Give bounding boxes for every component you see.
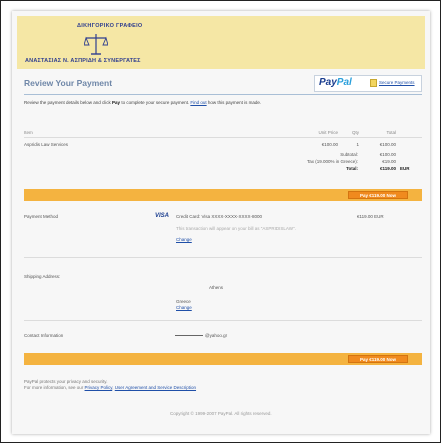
footer-more-info: For more information, see our Privacy Po…	[24, 385, 196, 390]
merchant-banner: ΔΙΚΗΓΟΡΙΚΟ ΓΡΑΦΕΙΟ ΑΝΑΣΤΑΣΙΑΣ Ν. ΑΣΠΡΙΔΗ…	[17, 16, 425, 69]
item-name: Aspridis Law Services	[24, 142, 69, 147]
col-header-total: Total	[386, 130, 396, 135]
change-payment-link[interactable]: Change	[176, 237, 192, 242]
firm-name-line1: ΔΙΚΗΓΟΡΙΚΟ ΓΡΑΦΕΙΟ	[77, 23, 143, 29]
paypal-logo-pay: Pay	[319, 77, 337, 88]
paypal-logo: PayPal	[319, 77, 352, 88]
total-currency: EUR	[400, 166, 410, 171]
firm-name-line2: ΑΝΑΣΤΑΣΙΑΣ Ν. ΑΣΠΡΙΔΗ & ΣΥΝΕΡΓΑΤΕΣ	[25, 58, 141, 64]
payment-method-label: Payment Method	[24, 214, 59, 219]
subtotal-label: Subtotal:	[340, 152, 358, 157]
payment-amount: €119.00 EUR	[357, 214, 384, 219]
pay-bar-top: Pay €119.00 Now	[24, 189, 422, 201]
footer-privacy-note: PayPal protects your privacy and securit…	[24, 379, 108, 384]
total-label: Total:	[346, 166, 358, 171]
lock-icon	[370, 79, 377, 87]
shipping-city: Athens	[209, 285, 224, 290]
footer-more-info-text: For more information, see our	[24, 385, 85, 390]
item-total: €100.00	[379, 142, 396, 147]
pay-now-button-bottom[interactable]: Pay €119.00 Now	[348, 355, 408, 363]
section-divider-2	[24, 320, 422, 321]
item-unit-price: €100.00	[321, 142, 338, 147]
payment-page: ΔΙΚΗΓΟΡΙΚΟ ΓΡΑΦΕΙΟ ΑΝΑΣΤΑΣΙΑΣ Ν. ΑΣΠΡΙΔΗ…	[12, 11, 430, 434]
intro-part2: to complete your secure payment.	[120, 100, 191, 105]
change-shipping-link[interactable]: Change	[176, 305, 192, 310]
intro-text: Review the payment details below and cli…	[24, 100, 324, 106]
find-out-link[interactable]: Find out	[190, 100, 206, 105]
tax-value: €19.00	[382, 159, 396, 164]
shipping-label: Shipping Address:	[24, 274, 61, 279]
privacy-policy-link[interactable]: Privacy Policy	[85, 385, 113, 390]
contact-email: @yahoo.gr	[205, 333, 228, 338]
window-frame: ΔΙΚΗΓΟΡΙΚΟ ΓΡΑΦΕΙΟ ΑΝΑΣΤΑΣΙΑΣ Ν. ΑΣΠΡΙΔΗ…	[0, 0, 441, 443]
paypal-logo-pal: Pal	[336, 77, 352, 88]
bill-descriptor-note: This transaction will appear on your bil…	[176, 226, 296, 231]
secure-payments-link[interactable]: Secure Payments	[379, 80, 415, 85]
section-divider-1	[24, 257, 422, 258]
copyright: Copyright © 1999-2007 PayPal. All rights…	[170, 411, 272, 416]
pay-bar-bottom: Pay €119.00 Now	[24, 353, 422, 365]
intro-part1: Review the payment details below and cli…	[24, 100, 113, 105]
user-agreement-link[interactable]: User Agreement and Service Description	[115, 385, 196, 390]
paypal-header-box: PayPal Secure Payments	[314, 75, 422, 92]
card-details: Credit Card: Visa XXXX-XXXX-XXXX-8000	[176, 214, 262, 219]
redacted-email-line	[175, 335, 203, 336]
total-value: €119.00	[379, 166, 396, 171]
col-header-item: Item	[24, 130, 33, 135]
contact-label: Contact Information	[24, 333, 64, 338]
shipping-country: Greece	[176, 299, 191, 304]
tax-label: Tax (19.000% in Greece):	[306, 159, 358, 164]
subtotal-value: €100.00	[379, 152, 396, 157]
scales-of-justice-icon	[84, 34, 108, 55]
pay-now-button[interactable]: Pay €119.00 Now	[348, 191, 408, 199]
page-title: Review Your Payment	[24, 78, 113, 88]
intro-part3: how this payment is made.	[206, 100, 262, 105]
table-header-divider	[24, 137, 422, 138]
header-divider	[24, 94, 422, 95]
intro-pay-word: Pay	[112, 100, 121, 105]
item-qty: 1	[356, 142, 359, 147]
visa-icon: VISA	[155, 213, 170, 219]
col-header-qty: Qty	[351, 130, 359, 135]
col-header-unit-price: Unit Price	[318, 130, 338, 135]
